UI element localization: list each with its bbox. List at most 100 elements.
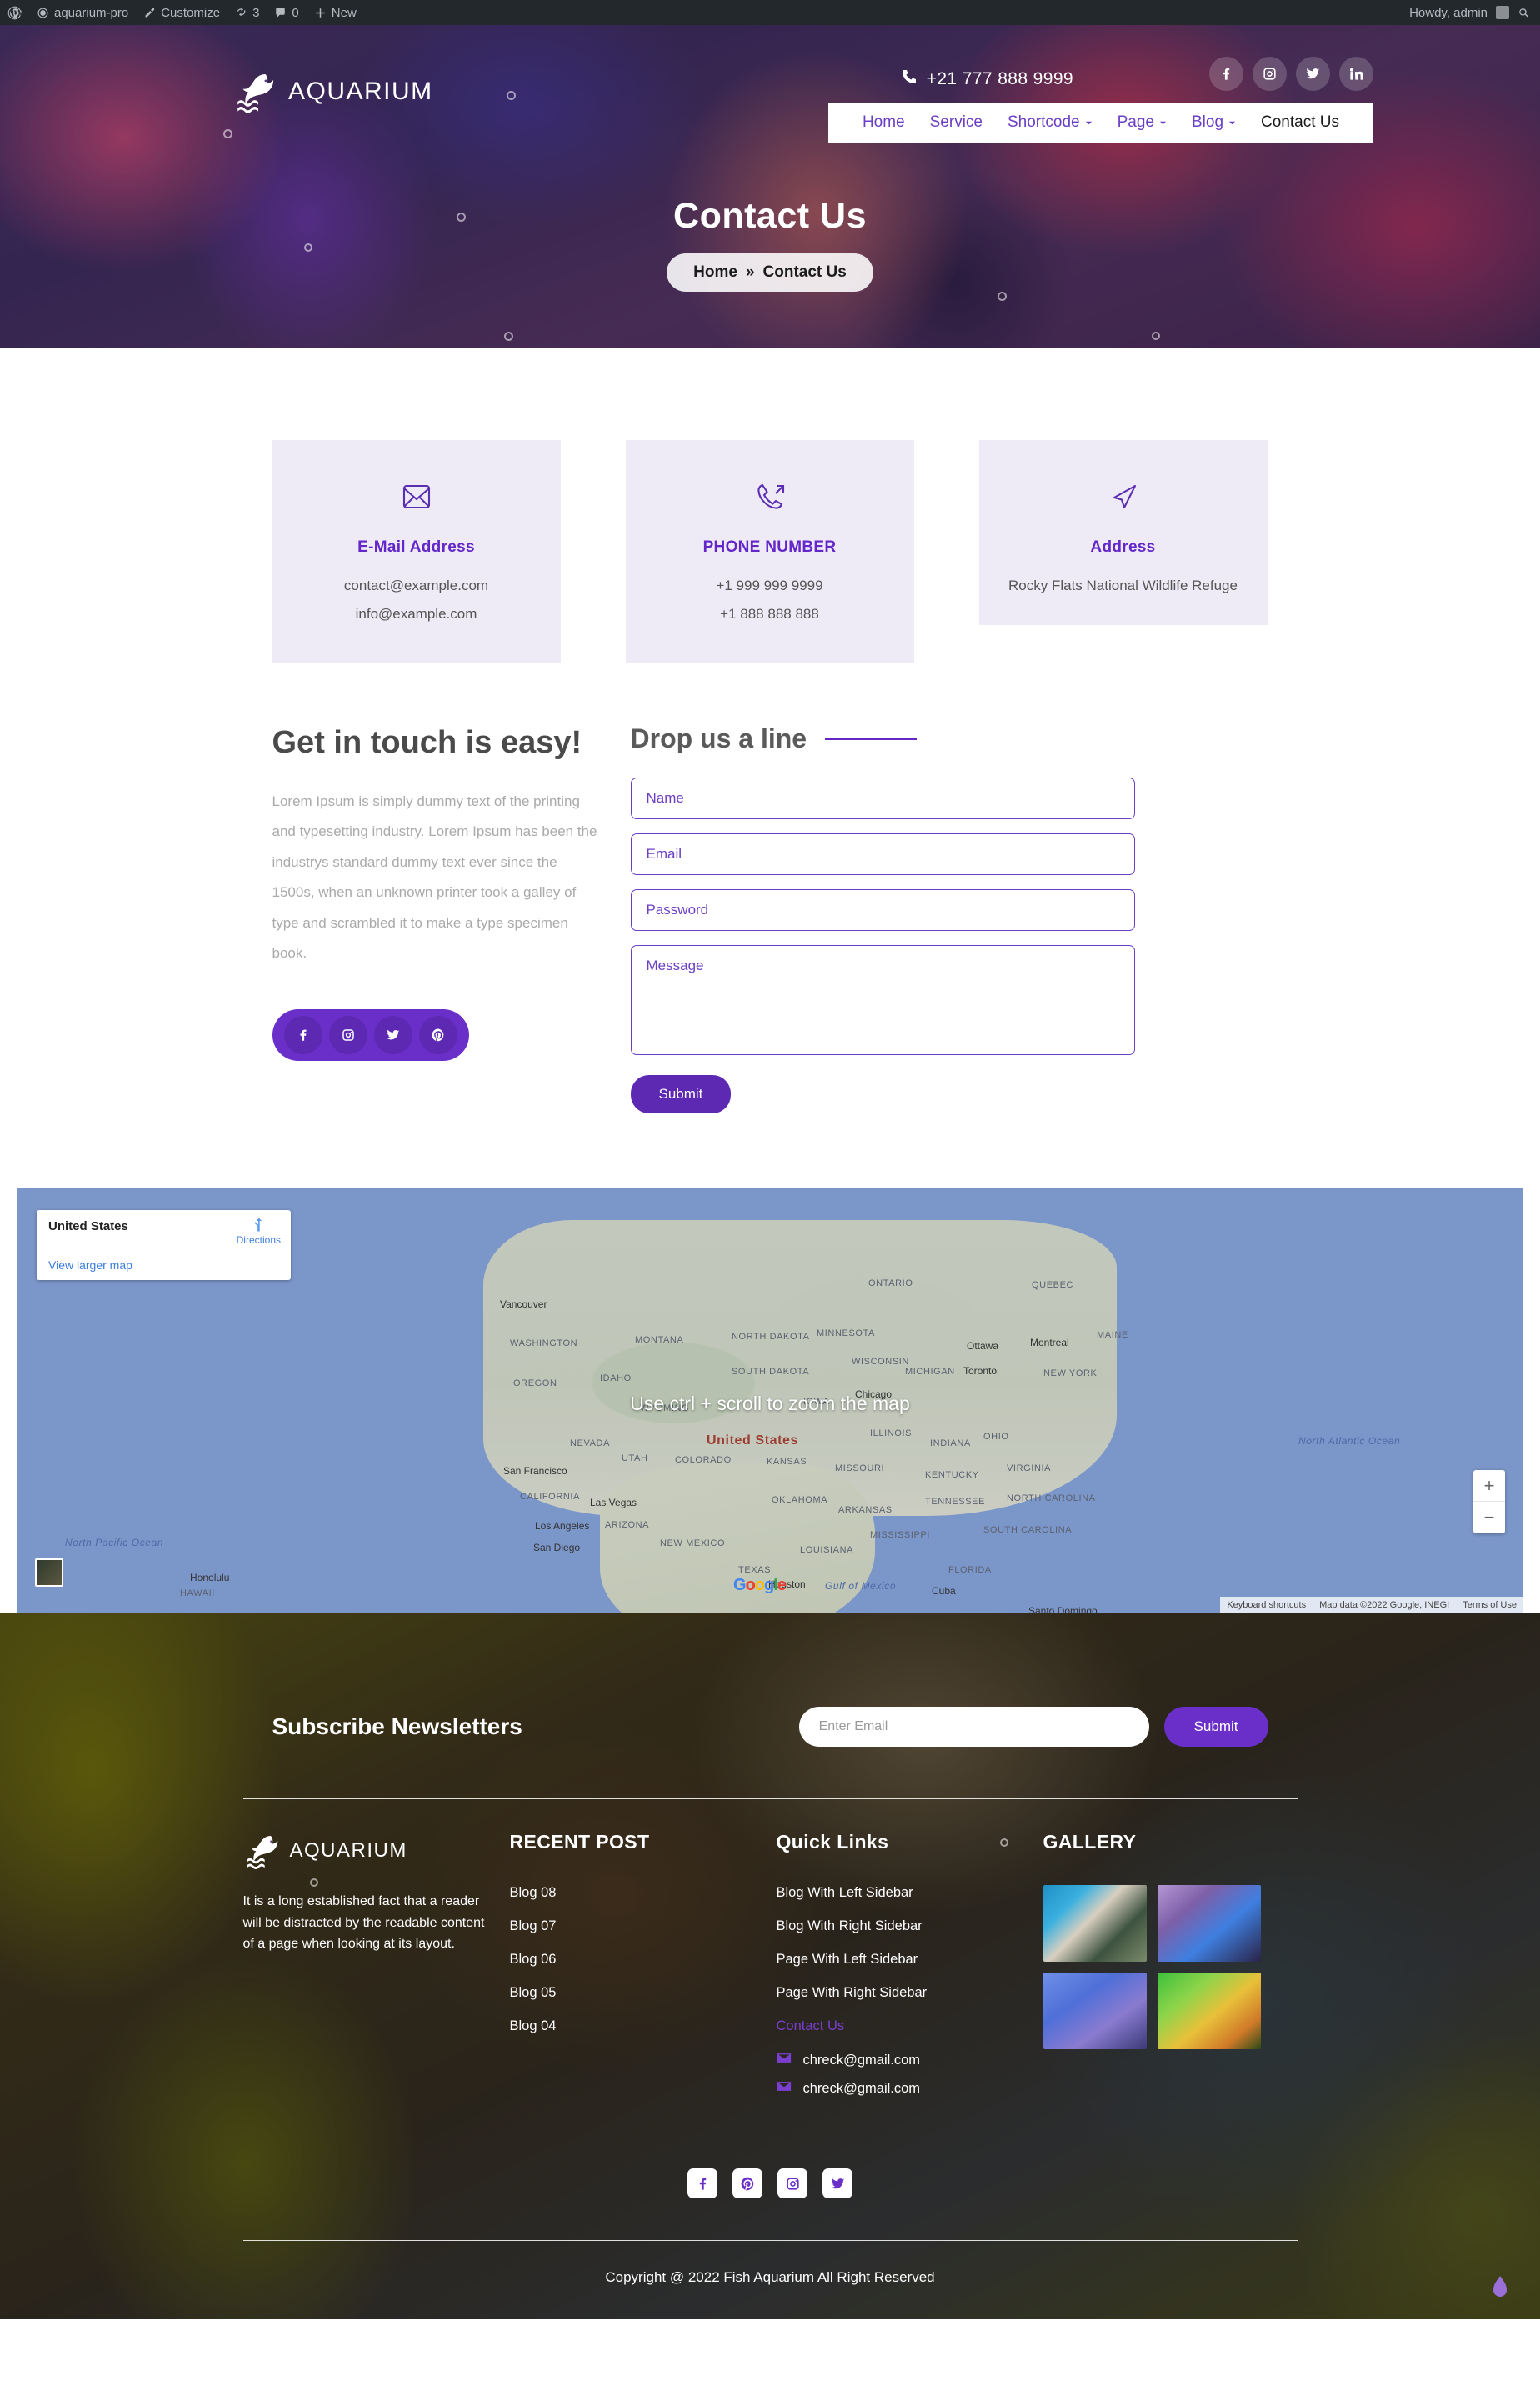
- list-item[interactable]: Blog 08: [510, 1885, 777, 1901]
- twitter-icon[interactable]: [373, 1015, 412, 1054]
- gallery-image-2[interactable]: [1157, 1885, 1261, 1962]
- copyright-text: Copyright @ 2022 Fish Aquarium All Right…: [605, 2269, 935, 2285]
- avatar[interactable]: [1496, 6, 1509, 19]
- contact-card-phone: PHONE NUMBER +1 999 999 9999 +1 888 888 …: [625, 440, 914, 663]
- comments-count: 0: [292, 5, 299, 20]
- name-input[interactable]: [630, 778, 1135, 819]
- submit-button[interactable]: Submit: [630, 1075, 732, 1113]
- list-item[interactable]: Blog 04: [510, 2018, 777, 2034]
- linkedin-icon[interactable]: [1339, 57, 1373, 91]
- nav-item-home[interactable]: Home: [850, 113, 918, 132]
- gallery-image-4[interactable]: [1157, 1973, 1261, 2049]
- list-item[interactable]: Blog With Right Sidebar: [777, 1918, 1043, 1934]
- contact-cards-section: E-Mail Address contact@example.com info@…: [0, 348, 1540, 663]
- zoom-in-button[interactable]: +: [1473, 1470, 1505, 1502]
- map-label: Vancouver: [500, 1298, 548, 1310]
- list-item[interactable]: Contact Us: [777, 2018, 1043, 2034]
- new-content-link[interactable]: New: [307, 0, 364, 25]
- terms-of-use-link[interactable]: Terms of Use: [1456, 1597, 1523, 1613]
- list-item[interactable]: Blog 06: [510, 1952, 777, 1968]
- site-header: AQUARIUM +21 777 888 9999 Home Service S…: [0, 25, 1540, 143]
- list-item[interactable]: Blog 07: [510, 1918, 777, 1934]
- nav-item-contact-us[interactable]: Contact Us: [1248, 113, 1352, 132]
- wordpress-logo-icon[interactable]: [0, 0, 29, 25]
- instagram-icon[interactable]: [328, 1015, 368, 1054]
- map-label: NEW MEXICO: [660, 1538, 726, 1548]
- map-label: MISSISSIPPI: [870, 1530, 931, 1540]
- footer-email-1[interactable]: chreck@gmail.com: [777, 2052, 1043, 2068]
- header-phone[interactable]: +21 777 888 9999: [901, 68, 1073, 90]
- nav-item-page[interactable]: Page: [1105, 113, 1179, 132]
- list-item[interactable]: Blog 05: [510, 1985, 777, 2001]
- comments-link[interactable]: 0: [267, 0, 306, 25]
- list-item[interactable]: Page With Right Sidebar: [777, 1985, 1043, 2001]
- updates-link[interactable]: 3: [228, 0, 267, 25]
- gallery-image-3[interactable]: [1042, 1973, 1147, 2049]
- map-label: QUEBEC: [1032, 1280, 1074, 1290]
- footer-inner: Subscribe Newsletters Submit: [0, 1707, 1540, 2319]
- contact-form: Submit: [630, 778, 1268, 1113]
- password-input[interactable]: [630, 889, 1135, 931]
- email-input[interactable]: [630, 833, 1135, 875]
- newsletter-submit-button[interactable]: Submit: [1163, 1707, 1268, 1747]
- pinterest-icon[interactable]: [732, 2168, 762, 2198]
- twitter-icon[interactable]: [1296, 57, 1330, 91]
- header-social-list: [1209, 57, 1373, 91]
- contact-cards: E-Mail Address contact@example.com info@…: [272, 440, 1268, 663]
- nav-item-service[interactable]: Service: [918, 113, 995, 132]
- map-label: KANSAS: [767, 1457, 808, 1467]
- pinterest-icon[interactable]: [418, 1015, 458, 1054]
- map-label: North Pacific Ocean: [65, 1537, 164, 1548]
- map-label: KENTUCKY: [925, 1470, 979, 1480]
- card-title: PHONE NUMBER: [702, 538, 837, 556]
- instagram-icon[interactable]: [778, 2168, 808, 2198]
- footer-email-2[interactable]: chreck@gmail.com: [777, 2080, 1043, 2097]
- nav-item-blog[interactable]: Blog: [1179, 113, 1248, 132]
- card-title: E-Mail Address: [358, 538, 475, 556]
- instagram-icon[interactable]: [1252, 57, 1287, 91]
- footer-logo[interactable]: AQUARIUM: [243, 1831, 510, 1871]
- intro-block: Get in touch is easy! Lorem Ipsum is sim…: [272, 723, 631, 1113]
- card-line: info@example.com: [355, 606, 478, 622]
- twitter-icon[interactable]: [822, 2168, 852, 2198]
- contact-card-email: E-Mail Address contact@example.com info@…: [272, 440, 561, 663]
- message-textarea[interactable]: [630, 945, 1135, 1055]
- zoom-out-button[interactable]: −: [1473, 1502, 1505, 1533]
- google-map[interactable]: Vancouver WASHINGTON MONTANA NORTH DAKOTA MI…: [17, 1188, 1523, 1613]
- gallery-image-1[interactable]: [1042, 1885, 1147, 1962]
- list-item[interactable]: Blog With Left Sidebar: [777, 1885, 1043, 1901]
- site-name-menu[interactable]: aquarium-pro: [29, 0, 136, 25]
- mail-icon: [777, 2052, 792, 2068]
- contact-card-address: Address Rocky Flats National Wildlife Re…: [978, 440, 1268, 625]
- directions-icon: [237, 1217, 281, 1233]
- footer-gallery-column: GALLERY: [1042, 1831, 1298, 2108]
- facebook-icon[interactable]: [283, 1015, 322, 1054]
- list-item[interactable]: Page With Left Sidebar: [777, 1952, 1043, 1968]
- facebook-icon[interactable]: [688, 2168, 718, 2198]
- breadcrumb-home[interactable]: Home: [693, 263, 738, 282]
- map-label: WISCONSIN: [852, 1357, 909, 1367]
- newsletter-email-input[interactable]: [798, 1707, 1149, 1747]
- site-logo[interactable]: AQUARIUM: [233, 68, 433, 115]
- email-text: chreck@gmail.com: [802, 2052, 921, 2068]
- fish-decoration-icon: [1490, 2276, 1510, 2306]
- map-label: OKLAHOMA: [772, 1495, 828, 1505]
- email-text: chreck@gmail.com: [802, 2080, 921, 2096]
- map-label: INDIANA: [930, 1438, 971, 1448]
- map-satellite-thumbnail[interactable]: [35, 1558, 63, 1587]
- map-label: VIRGINIA: [1007, 1463, 1052, 1473]
- bubble-deco: [507, 91, 516, 100]
- facebook-icon[interactable]: [1209, 57, 1243, 91]
- nav-item-shortcode[interactable]: Shortcode: [995, 113, 1105, 132]
- customize-link[interactable]: Customize: [136, 0, 228, 25]
- map-directions-link[interactable]: Directions: [237, 1217, 281, 1246]
- map-label: MONTANA: [635, 1335, 684, 1345]
- card-line: Rocky Flats National Wildlife Refuge: [1008, 578, 1238, 593]
- admin-search-icon[interactable]: [1518, 7, 1530, 19]
- nav-label: Home: [862, 113, 905, 131]
- keyboard-shortcuts-link[interactable]: Keyboard shortcuts: [1220, 1597, 1312, 1613]
- map-label: ARKANSAS: [838, 1505, 892, 1515]
- view-larger-map-link[interactable]: View larger map: [48, 1258, 132, 1272]
- phone-outgoing-icon: [642, 473, 898, 520]
- map-label: Santo Domingo: [1028, 1605, 1098, 1613]
